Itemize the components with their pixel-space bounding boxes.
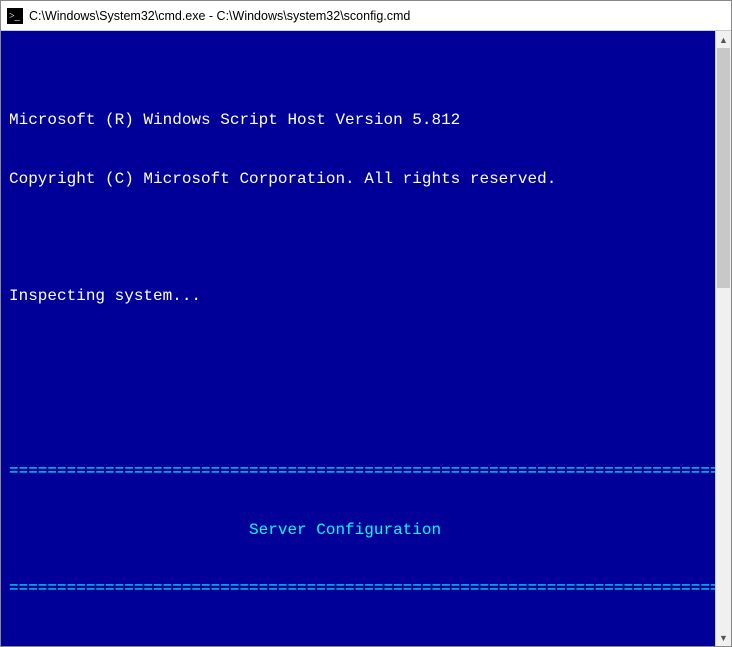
section-title: Server Configuration xyxy=(9,521,715,541)
scroll-down-arrow-icon[interactable]: ▼ xyxy=(716,629,731,646)
separator-top: ========================================… xyxy=(9,462,715,482)
vertical-scrollbar[interactable]: ▲ ▼ xyxy=(715,31,731,646)
titlebar[interactable]: >_ C:\Windows\System32\cmd.exe - C:\Wind… xyxy=(1,1,731,31)
separator-bottom: ========================================… xyxy=(9,579,715,599)
copyright-line: Copyright (C) Microsoft Corporation. All… xyxy=(9,170,715,190)
cmd-window: >_ C:\Windows\System32\cmd.exe - C:\Wind… xyxy=(0,0,732,647)
svg-text:>_: >_ xyxy=(9,11,21,22)
titlebar-text: C:\Windows\System32\cmd.exe - C:\Windows… xyxy=(29,9,410,23)
console-area[interactable]: Microsoft (R) Windows Script Host Versio… xyxy=(1,31,731,646)
blank-line xyxy=(9,638,715,647)
blank-line xyxy=(9,404,715,424)
blank-line xyxy=(9,228,715,248)
script-host-version: Microsoft (R) Windows Script Host Versio… xyxy=(9,111,715,131)
inspecting-line: Inspecting system... xyxy=(9,287,715,307)
scroll-thumb[interactable] xyxy=(717,48,730,288)
blank-line xyxy=(9,345,715,365)
cmd-icon: >_ xyxy=(7,8,23,24)
scroll-up-arrow-icon[interactable]: ▲ xyxy=(716,31,731,48)
